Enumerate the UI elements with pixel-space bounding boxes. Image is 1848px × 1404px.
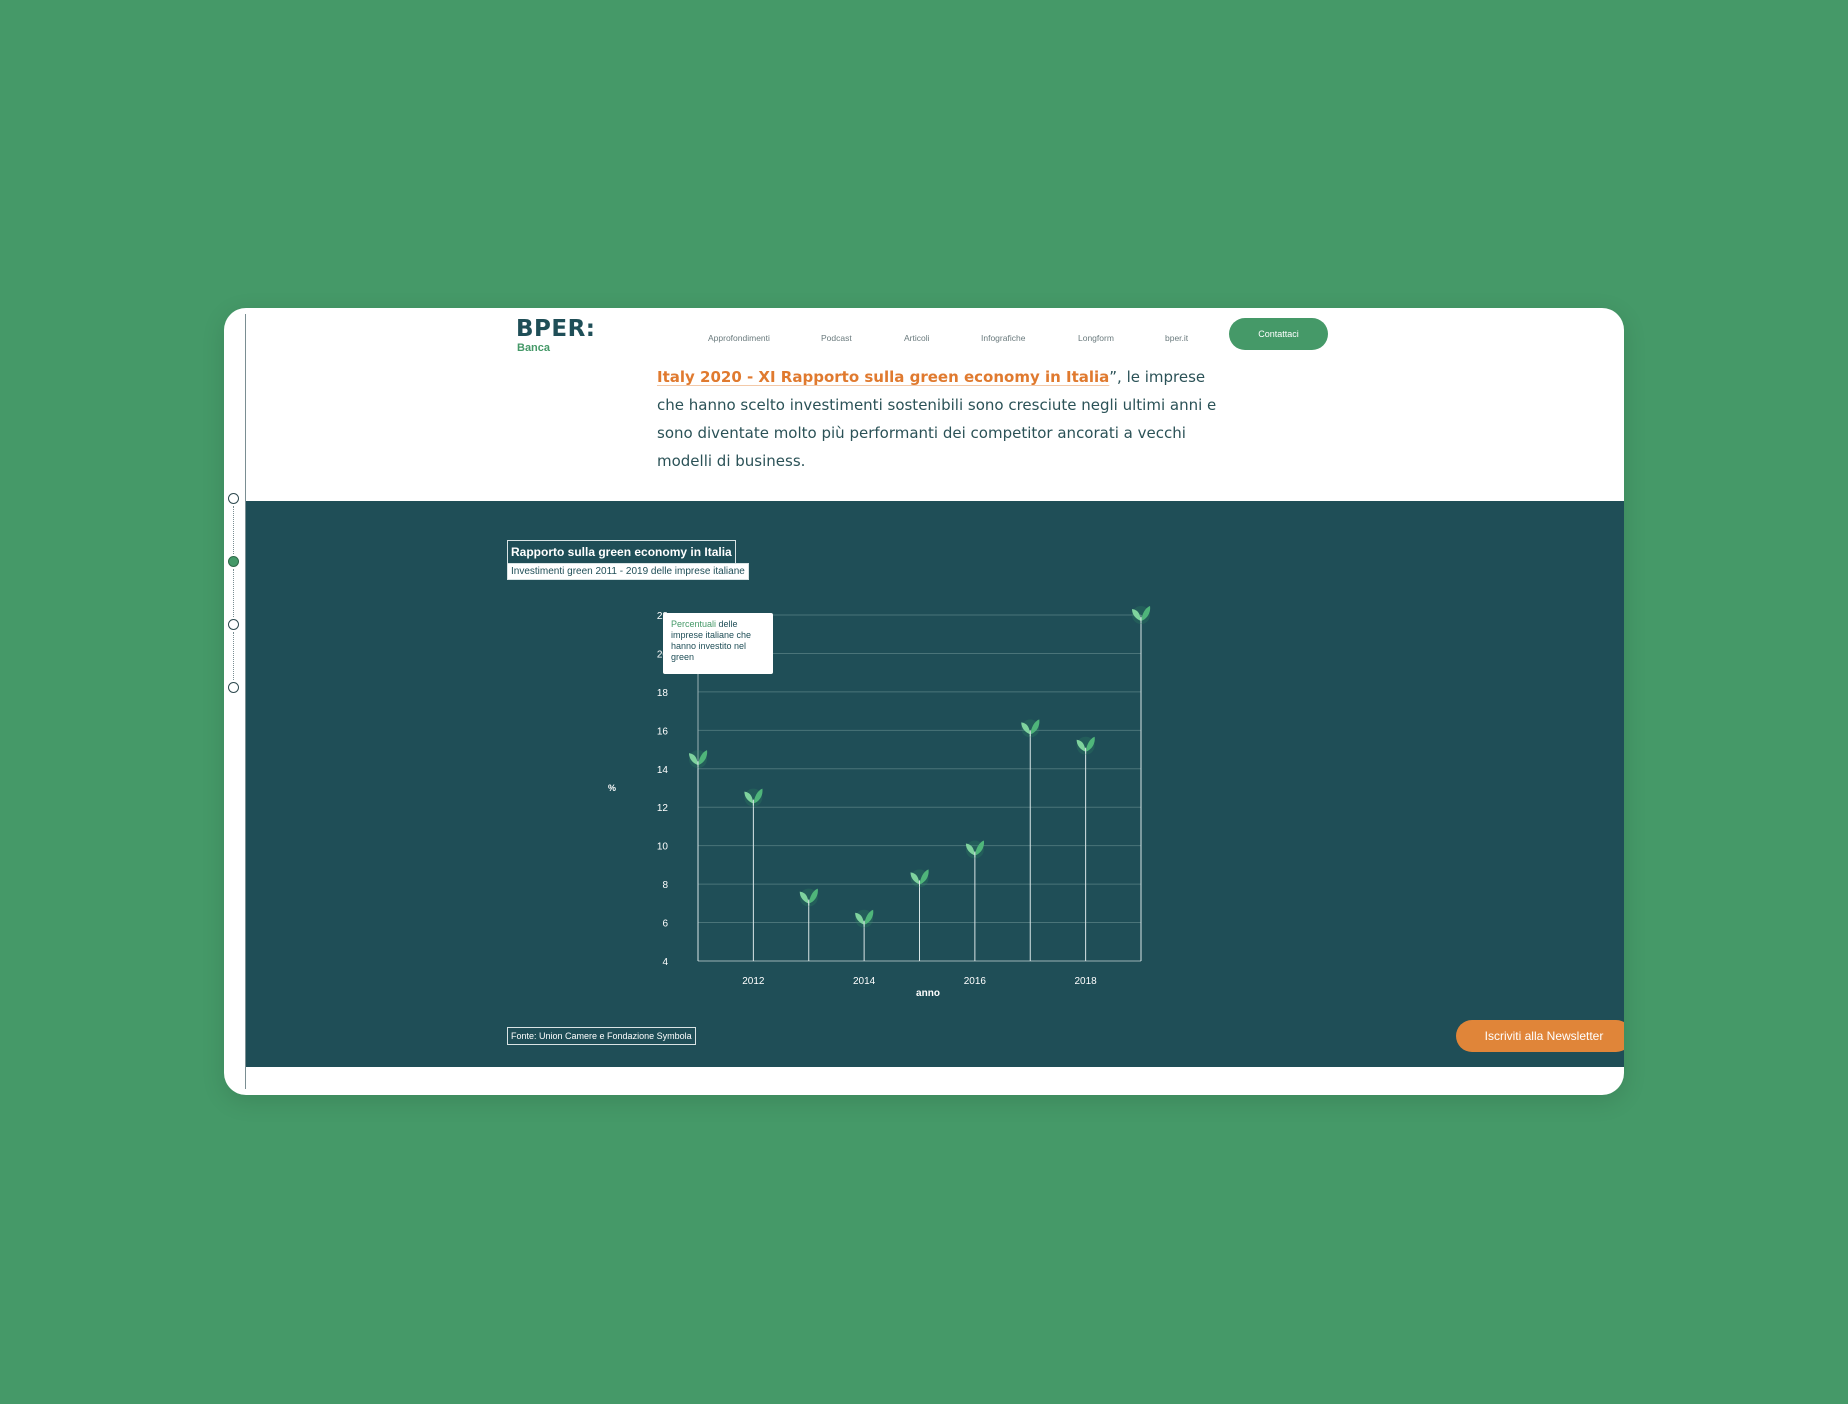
chart-section: Rapporto sulla green economy in Italia I… <box>246 501 1624 1067</box>
leaf-icon <box>689 750 708 769</box>
progress-dot-2-active[interactable] <box>228 556 239 567</box>
x-axis-label: anno <box>916 988 940 999</box>
progress-connector <box>233 569 234 617</box>
leaf-icon <box>744 788 763 807</box>
leaf-icon <box>799 888 818 907</box>
nav-bper-it[interactable]: bper.it <box>1165 333 1188 343</box>
logo-subtitle: Banca <box>517 342 551 354</box>
y-tick-label: 16 <box>657 726 669 737</box>
progress-connector <box>233 506 234 554</box>
logo-wordmark: BPER: <box>516 316 596 342</box>
progress-dot-1[interactable] <box>228 493 239 504</box>
legend-highlight: Percentuali <box>671 619 717 629</box>
y-tick-label: 18 <box>657 688 669 699</box>
contact-button[interactable]: Contattaci <box>1229 318 1328 350</box>
bar-chart: 468101214161820222012201420162018 <box>657 606 1151 987</box>
nav-infografiche[interactable]: Infografiche <box>981 333 1025 343</box>
x-tick-label: 2012 <box>742 976 765 987</box>
x-tick-label: 2016 <box>964 976 987 987</box>
y-axis-label: % <box>608 783 617 793</box>
newsletter-button[interactable]: Iscriviti alla Newsletter <box>1456 1020 1624 1052</box>
nav-articoli[interactable]: Articoli <box>904 333 930 343</box>
x-tick-label: 2018 <box>1075 976 1098 987</box>
nav-podcast[interactable]: Podcast <box>821 333 852 343</box>
y-tick-label: 8 <box>662 880 668 891</box>
leaf-icon <box>965 840 985 859</box>
leaf-icon <box>1132 606 1151 624</box>
y-tick-label: 4 <box>662 957 668 968</box>
report-link[interactable]: Italy 2020 - XI Rapporto sulla green eco… <box>657 368 1109 386</box>
y-tick-label: 6 <box>662 919 668 930</box>
intro-paragraph: Italy 2020 - XI Rapporto sulla green eco… <box>657 363 1217 475</box>
y-tick-label: 14 <box>657 765 669 776</box>
nav-longform[interactable]: Longform <box>1078 333 1114 343</box>
bper-logo[interactable]: BPER: Banca <box>516 316 596 354</box>
progress-dot-3[interactable] <box>228 619 239 630</box>
progress-dot-4[interactable] <box>228 682 239 693</box>
y-tick-label: 10 <box>657 842 669 853</box>
chart-source: Fonte: Union Camere e Fondazione Symbola <box>507 1027 696 1045</box>
nav-approfondimenti[interactable]: Approfondimenti <box>708 333 770 343</box>
y-tick-label: 12 <box>657 803 669 814</box>
leaf-icon <box>1021 719 1040 738</box>
leaf-icon <box>910 869 929 888</box>
browser-window: BPER: Banca Approfondimenti Podcast Arti… <box>224 308 1624 1095</box>
progress-connector <box>233 632 234 680</box>
chart-legend: Percentuali delle imprese italiane che h… <box>663 613 773 674</box>
x-tick-label: 2014 <box>853 976 876 987</box>
leaf-icon <box>1076 736 1095 755</box>
leaf-icon <box>855 909 874 928</box>
